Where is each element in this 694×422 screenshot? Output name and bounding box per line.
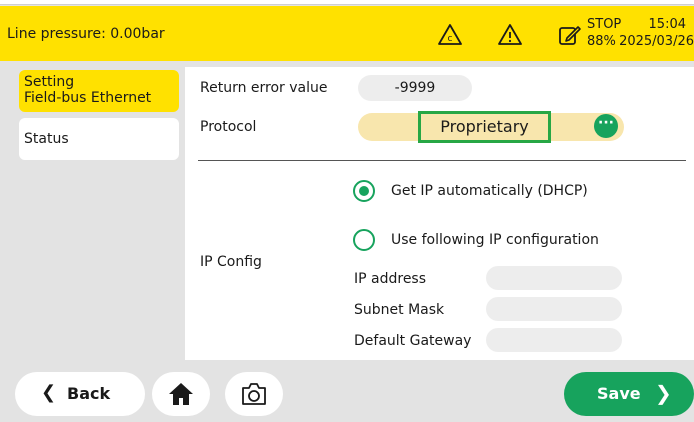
- more-options-icon[interactable]: ···: [594, 114, 618, 138]
- home-icon: [168, 382, 194, 410]
- chevron-left-icon: ❮: [41, 382, 57, 403]
- screenshot-button[interactable]: [225, 372, 283, 416]
- protocol-label: Protocol: [200, 119, 257, 135]
- ip-config-label: IP Config: [200, 254, 262, 270]
- top-edge: [0, 0, 694, 5]
- date: 2025/03/26: [619, 34, 694, 49]
- sidebar-item-sublabel: Field-bus Ethernet: [24, 90, 152, 106]
- back-button[interactable]: ❮ Back: [15, 372, 145, 416]
- battery-level: 88%: [587, 34, 616, 49]
- return-error-value-field[interactable]: -9999: [358, 75, 472, 101]
- dhcp-option-label: Get IP automatically (DHCP): [391, 183, 588, 199]
- save-label: Save: [597, 384, 641, 403]
- run-state: STOP: [587, 17, 622, 32]
- sidebar-item-label: Setting: [24, 74, 75, 90]
- sidebar-item-label: Status: [24, 131, 69, 147]
- ip-address-field[interactable]: [486, 266, 622, 290]
- ip-address-label: IP address: [354, 271, 427, 287]
- time: 15:04: [648, 17, 686, 32]
- camera-icon: [241, 382, 267, 410]
- default-gateway-field[interactable]: [486, 328, 622, 352]
- line-pressure-readout: Line pressure: 0.00bar: [7, 26, 165, 42]
- chevron-right-icon: ❯: [655, 381, 672, 405]
- home-button[interactable]: [152, 372, 210, 416]
- settings-panel: Return error value -9999 Protocol Propri…: [185, 67, 694, 360]
- protocol-value[interactable]: Proprietary: [418, 111, 551, 143]
- machine-status: STOP 88%: [587, 16, 621, 50]
- header-bar: Line pressure: 0.00bar c STOP 88% 15:04 …: [0, 6, 694, 61]
- sidebar-item-setting-fieldbus-ethernet[interactable]: Setting Field-bus Ethernet: [19, 70, 179, 112]
- clock: 15:04 2025/03/26: [619, 16, 694, 50]
- c-warning-icon[interactable]: c: [438, 23, 462, 47]
- subnet-mask-field[interactable]: [486, 297, 622, 321]
- static-ip-option-label: Use following IP configuration: [391, 232, 599, 248]
- sidebar-item-status[interactable]: Status: [19, 118, 179, 160]
- section-divider: [198, 160, 686, 161]
- dhcp-radio[interactable]: [353, 180, 375, 202]
- save-button[interactable]: Save ❯: [564, 372, 694, 416]
- subnet-mask-label: Subnet Mask: [354, 302, 445, 318]
- return-error-label: Return error value: [200, 80, 328, 96]
- svg-text:c: c: [448, 34, 453, 44]
- default-gateway-label: Default Gateway: [354, 333, 472, 349]
- static-ip-radio[interactable]: [353, 229, 375, 251]
- warning-icon[interactable]: [498, 23, 522, 47]
- edit-document-icon[interactable]: [558, 23, 582, 47]
- back-label: Back: [67, 384, 111, 403]
